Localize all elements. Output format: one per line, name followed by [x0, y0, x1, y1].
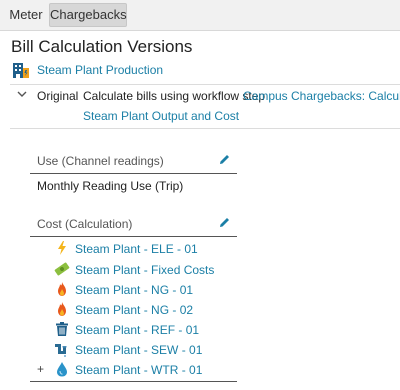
- cost-item-label[interactable]: Steam Plant - REF - 01: [75, 323, 199, 337]
- trash-can-icon: [56, 322, 68, 336]
- cost-item-label[interactable]: Steam Plant - NG - 02: [75, 303, 193, 317]
- divider: [30, 381, 237, 382]
- steam-plant-production-link[interactable]: Steam Plant Production: [37, 63, 163, 77]
- cost-section-header: Cost (Calculation): [30, 214, 237, 237]
- workflow-link[interactable]: Campus Chargebacks: Calculate: [243, 89, 400, 103]
- money-icon: [54, 262, 70, 276]
- water-drop-icon: [57, 362, 67, 377]
- cost-item[interactable]: Steam Plant - NG - 01: [30, 281, 240, 301]
- pencil-edit-icon[interactable]: [218, 153, 231, 166]
- use-section-header: Use (Channel readings): [30, 151, 237, 174]
- tab-bar: Meter Chargebacks: [0, 0, 400, 31]
- lightning-icon: [58, 241, 66, 255]
- use-section-label: Use (Channel readings): [37, 154, 164, 168]
- cost-item-label[interactable]: Steam Plant - ELE - 01: [75, 242, 198, 256]
- cost-item-label[interactable]: Steam Plant - WTR - 01: [75, 363, 202, 377]
- flame-icon: [58, 302, 66, 316]
- cost-item-label[interactable]: Steam Plant - Fixed Costs: [75, 263, 214, 277]
- cost-item-label[interactable]: Steam Plant - SEW - 01: [75, 343, 202, 357]
- version-description: Calculate bills using workflow step: [83, 89, 266, 103]
- cost-item[interactable]: Steam Plant - ELE - 01: [30, 240, 240, 260]
- cost-item[interactable]: Steam Plant - REF - 01: [30, 321, 240, 341]
- building-meter-icon: [13, 63, 29, 78]
- pencil-edit-icon[interactable]: [218, 216, 231, 229]
- tab-meter[interactable]: Meter: [4, 4, 48, 26]
- version-row: Original Calculate bills using workflow …: [0, 86, 400, 126]
- cost-item[interactable]: Steam Plant - NG - 02: [30, 301, 240, 321]
- expand-plus-icon[interactable]: +: [37, 362, 44, 376]
- version-name: Original: [37, 89, 79, 103]
- page-title: Bill Calculation Versions: [11, 37, 193, 56]
- workflow-link-continued[interactable]: Steam Plant Output and Cost: [83, 109, 239, 123]
- cost-item[interactable]: Steam Plant - SEW - 01: [30, 341, 240, 361]
- pipe-icon: [55, 344, 67, 357]
- flame-icon: [58, 282, 66, 296]
- chevron-down-icon[interactable]: [17, 89, 27, 99]
- cost-item[interactable]: Steam Plant - Fixed Costs: [30, 261, 240, 281]
- cost-section-label: Cost (Calculation): [37, 217, 133, 231]
- cost-item-label[interactable]: Steam Plant - NG - 01: [75, 283, 193, 297]
- divider: [10, 84, 400, 85]
- tab-chargebacks[interactable]: Chargebacks: [49, 3, 127, 27]
- use-item: Monthly Reading Use (Trip): [37, 179, 184, 193]
- building-header: Steam Plant Production: [12, 60, 392, 82]
- cost-item[interactable]: + Steam Plant - WTR - 01: [30, 361, 240, 381]
- divider: [10, 128, 400, 129]
